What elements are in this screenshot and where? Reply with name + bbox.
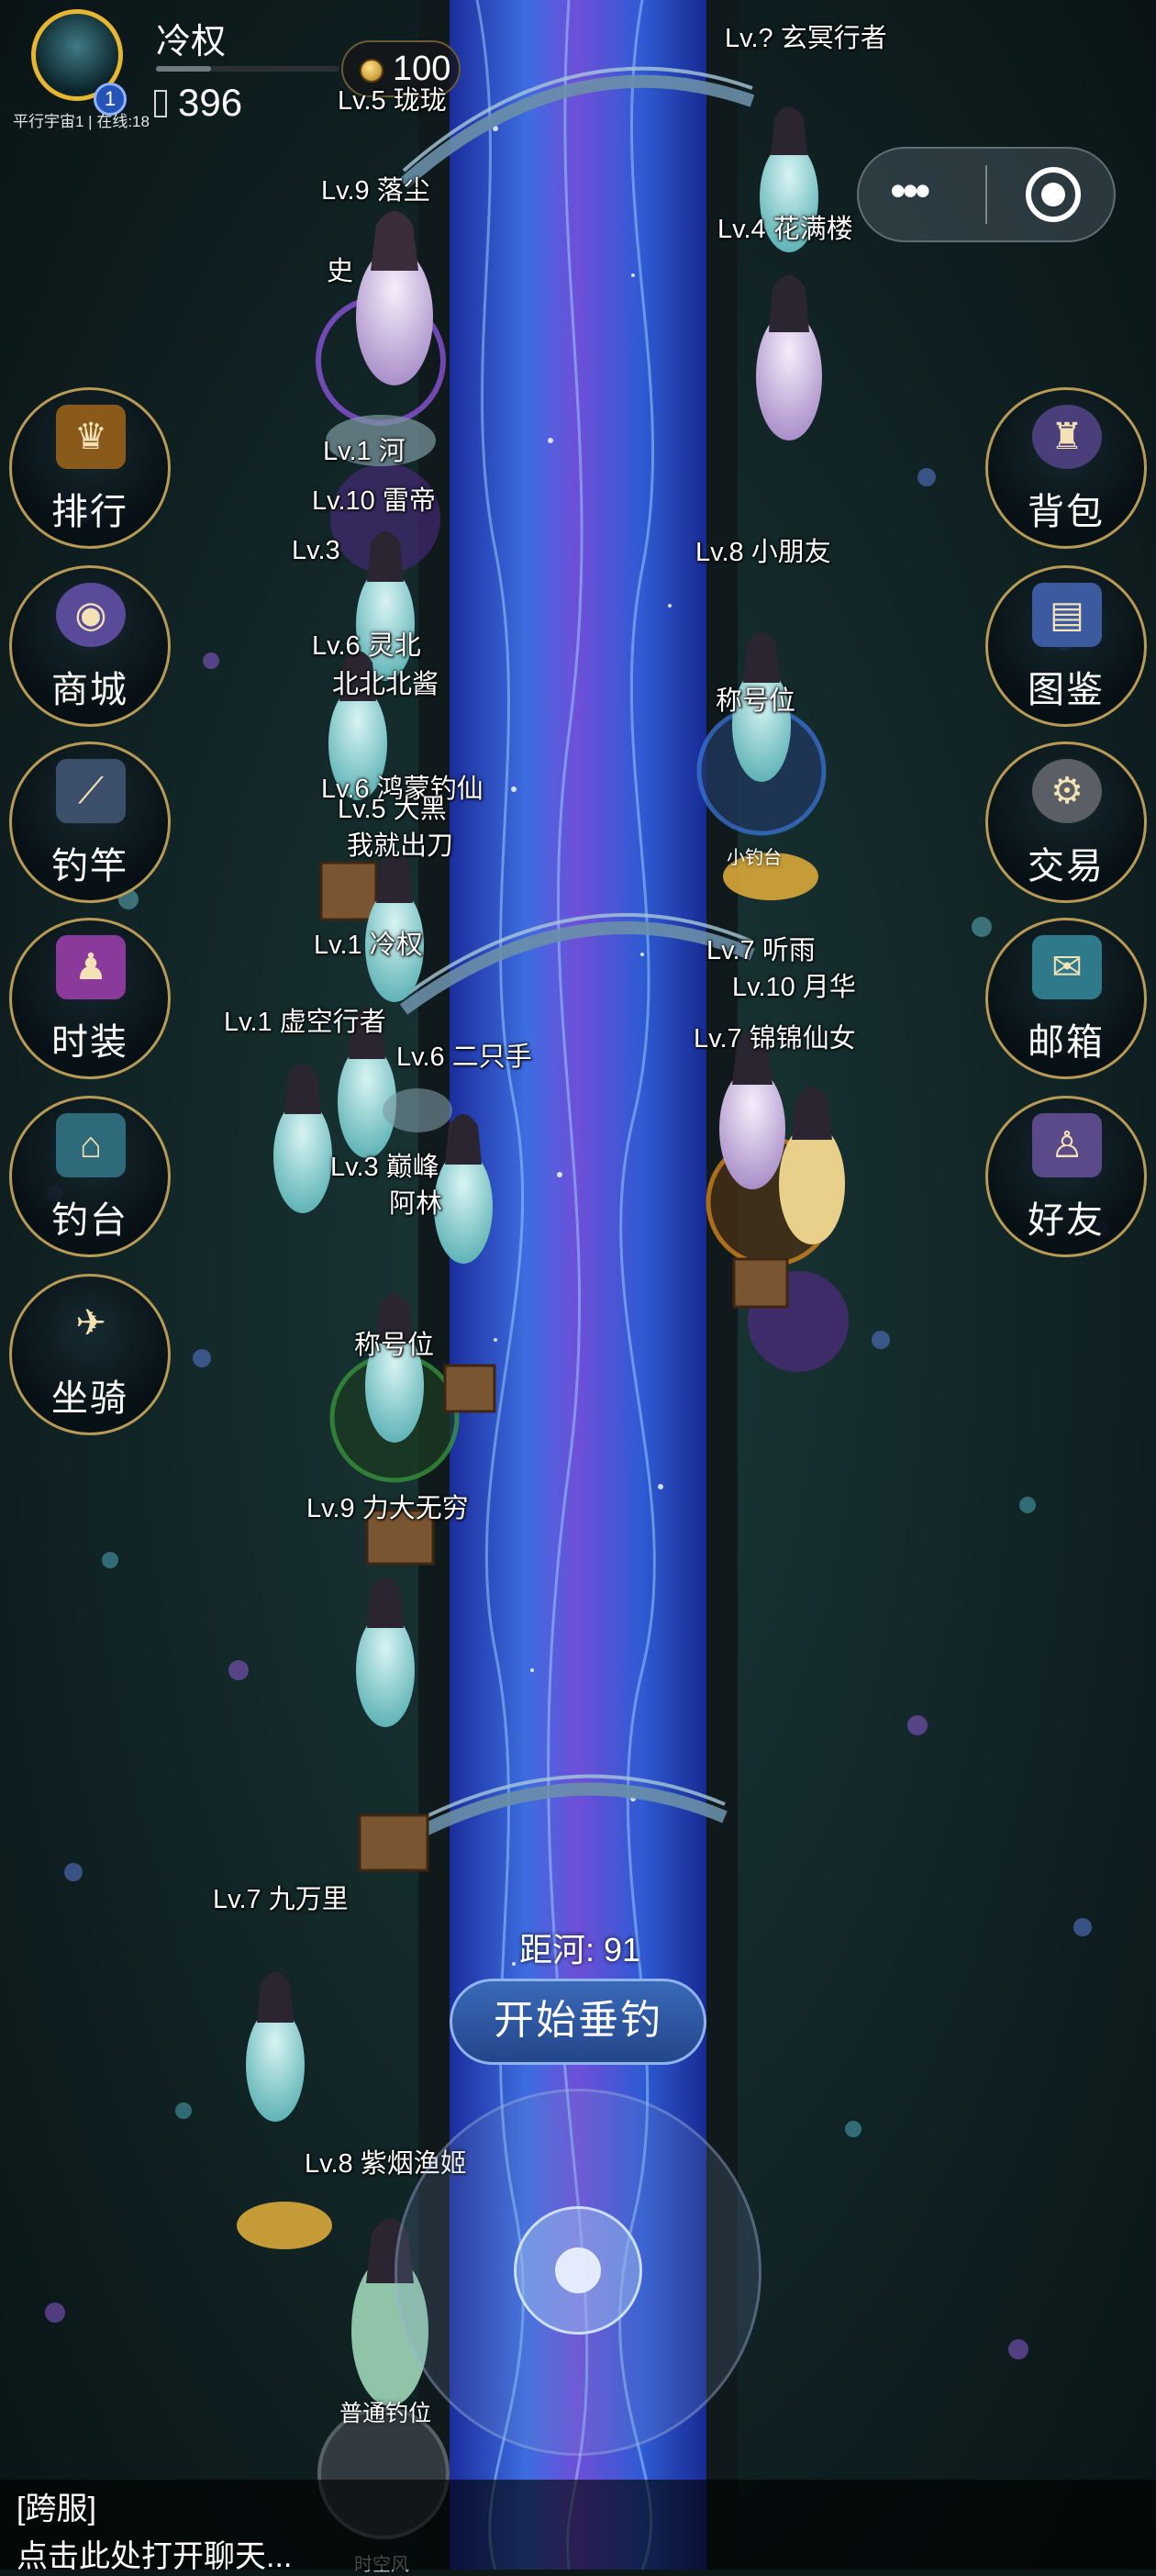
start-fishing-button[interactable]: 开始垂钓	[450, 1979, 706, 2065]
menu-label: 背包	[1028, 492, 1105, 532]
player-label[interactable]: Lv.10 月华	[732, 965, 856, 1004]
player-label[interactable]: 称号位	[716, 679, 795, 718]
joystick-knob[interactable]	[514, 2206, 642, 2335]
gem-icon	[154, 90, 167, 117]
player-label[interactable]: Lv.5 大黑	[338, 787, 447, 826]
trade-icon: ⚙	[1032, 759, 1102, 823]
friends-icon: ♙	[1032, 1113, 1102, 1177]
player-label[interactable]: Lv.7 听雨	[706, 929, 816, 967]
menu-pavilion-button[interactable]: ⌂ 钓台	[9, 1096, 171, 1257]
shop-icon: ◉	[56, 583, 126, 647]
player-label[interactable]: Lv.9 落尘	[321, 169, 430, 207]
menu-ranking-button[interactable]: ♛ 排行	[9, 387, 171, 549]
player-label[interactable]: Lv.3 巅峰	[330, 1145, 439, 1184]
server-info: 平行宇宙1 | 在线:18	[13, 113, 150, 130]
close-miniprogram-icon[interactable]	[1026, 167, 1081, 222]
mount-icon: ✈	[75, 1303, 106, 1344]
menu-costume-button[interactable]: ♟ 时装	[9, 918, 171, 1079]
menu-label: 交易	[1028, 846, 1105, 887]
costume-icon: ♟	[56, 935, 126, 999]
player-label[interactable]: Lv.4 花满楼	[717, 207, 853, 246]
capsule-divider	[985, 165, 987, 224]
player-label[interactable]: 我就出刀	[347, 824, 453, 863]
menu-label: 邮箱	[1028, 1022, 1105, 1063]
player-label[interactable]: 北北北酱	[332, 663, 439, 701]
xp-bar	[156, 66, 339, 72]
player-label[interactable]: Lv.1 冷权	[314, 923, 423, 962]
player-label[interactable]: Lv.7 锦锦仙女	[694, 1017, 856, 1055]
menu-rod-button[interactable]: ⟋ 钓竿	[9, 742, 171, 903]
player-label[interactable]: Lv.? 玄冥行者	[725, 17, 887, 55]
pavilion-icon: ⌂	[56, 1113, 126, 1177]
player-label[interactable]: 阿林	[389, 1182, 442, 1221]
player-label[interactable]: Lv.6 灵北	[312, 624, 421, 663]
backpack-icon: ♜	[1032, 405, 1102, 469]
distance-readout: 距河: 91	[519, 1931, 641, 1968]
player-label[interactable]: Lv.10 雷帝	[312, 479, 436, 518]
menu-label: 图鉴	[1028, 670, 1105, 710]
chat-channel: [跨服]	[17, 2492, 96, 2526]
menu-shop-button[interactable]: ◉ 商城	[9, 565, 171, 727]
player-label[interactable]: Lv.3	[292, 536, 340, 566]
menu-label: 时装	[51, 1022, 128, 1063]
player-label[interactable]: Lv.1 河	[323, 429, 406, 468]
menu-label: 排行	[51, 492, 128, 532]
player-label[interactable]: Lv.1 虚空行者	[224, 1000, 386, 1039]
player-label[interactable]: Lv.9 力大无穷	[306, 1487, 469, 1525]
menu-label: 坐骑	[51, 1378, 128, 1419]
player-label[interactable]: Lv.5 珑珑	[338, 79, 447, 117]
player-label[interactable]: Lv.8 小朋友	[695, 530, 831, 569]
fishing-rod-icon: ⟋	[56, 759, 126, 823]
more-menu-icon[interactable]: •••	[890, 168, 930, 214]
trophy-icon: ♛	[56, 405, 126, 469]
menu-mailbox-button[interactable]: ✉ 邮箱	[985, 918, 1147, 1079]
spot-label-current: 小钓台	[727, 848, 782, 868]
menu-mount-button[interactable]: ✈ 坐骑	[9, 1274, 171, 1435]
player-name: 冷权	[156, 23, 227, 61]
menu-backpack-button[interactable]: ♜ 背包	[985, 387, 1147, 549]
player-label[interactable]: 称号位	[354, 1323, 434, 1362]
mailbox-icon: ✉	[1032, 935, 1102, 999]
menu-trade-button[interactable]: ⚙ 交易	[985, 742, 1147, 903]
menu-label: 钓竿	[51, 846, 128, 887]
spot-label-normal: 普通钓位	[339, 2401, 432, 2426]
player-label[interactable]: 史	[327, 250, 353, 288]
menu-label: 钓台	[51, 1200, 128, 1241]
menu-label: 好友	[1028, 1200, 1105, 1241]
menu-codex-button[interactable]: ▤ 图鉴	[985, 565, 1147, 727]
menu-friends-button[interactable]: ♙ 好友	[985, 1096, 1147, 1257]
menu-label: 商城	[51, 670, 128, 710]
player-label[interactable]: Lv.6 二只手	[396, 1035, 532, 1074]
gem-count: 396	[178, 81, 243, 124]
player-label[interactable]: Lv.7 九万里	[213, 1878, 349, 1916]
book-icon: ▤	[1032, 583, 1102, 647]
